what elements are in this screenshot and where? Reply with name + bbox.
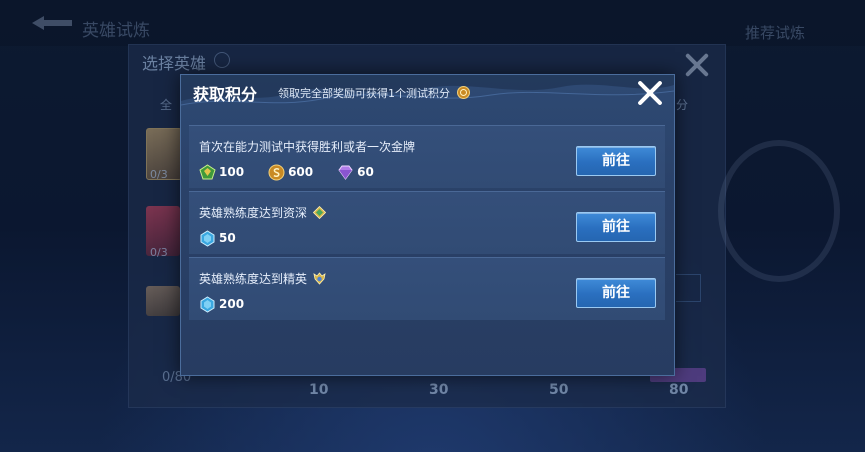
task-title-wrap: 英雄熟练度达到资深 xyxy=(199,204,326,221)
hero-count: 0/3 xyxy=(150,168,168,181)
task-rewards: 100 600 60 xyxy=(199,162,398,182)
task-rewards: 50 xyxy=(199,228,260,248)
milestone-50: 50 xyxy=(549,382,569,398)
reward-item: 600 xyxy=(268,164,313,181)
test-point-coin-icon xyxy=(456,86,470,99)
purple-diamond-icon xyxy=(338,165,353,180)
milestone-30: 30 xyxy=(429,382,449,398)
gold-coin-icon xyxy=(268,164,285,180)
background-emblem xyxy=(718,140,840,282)
dialog-title: 获取积分 xyxy=(193,85,258,104)
go-button[interactable]: 前往 xyxy=(576,278,656,308)
task-title: 首次在能力测试中获得胜利或者一次金牌 xyxy=(199,140,416,154)
task-title: 英雄熟练度达到资深 xyxy=(199,206,308,220)
reward-item: 60 xyxy=(337,164,374,181)
background-bar xyxy=(676,274,701,302)
milestone-10: 10 xyxy=(309,382,329,398)
task-rewards: 200 xyxy=(199,294,268,314)
task-title: 英雄熟练度达到精英 xyxy=(199,272,308,286)
close-icon[interactable] xyxy=(636,79,664,107)
background-close-icon[interactable] xyxy=(684,52,710,78)
help-icon[interactable] xyxy=(214,52,230,68)
reward-value: 50 xyxy=(219,231,236,245)
veteran-badge-icon xyxy=(312,206,326,219)
go-button[interactable]: 前往 xyxy=(576,146,656,176)
reward-item: 100 xyxy=(199,163,245,181)
task-row: 英雄熟练度达到精英 200 前往 xyxy=(189,257,665,320)
go-button[interactable]: 前往 xyxy=(576,212,656,242)
select-hero-title: 选择英雄 xyxy=(142,54,207,73)
blue-crystal-icon xyxy=(200,229,215,247)
task-row: 英雄熟练度达到资深 50 前往 xyxy=(189,191,665,254)
reward-item: 50 xyxy=(199,229,236,247)
dialog-subtitle: 领取完全部奖励可获得1个测试积分 xyxy=(278,85,470,101)
milestone-80: 80 xyxy=(669,382,689,398)
get-points-dialog: 获取积分 领取完全部奖励可获得1个测试积分 首次在能力测试中获得胜利或者一次金牌… xyxy=(180,74,675,376)
hero-count: 0/3 xyxy=(150,246,168,259)
green-gem-icon xyxy=(199,163,216,179)
task-title-wrap: 英雄熟练度达到精英 xyxy=(199,270,326,287)
reward-value: 200 xyxy=(219,297,245,311)
reward-value: 60 xyxy=(357,165,374,179)
elite-badge-icon xyxy=(313,272,326,285)
back-arrow-icon[interactable] xyxy=(30,14,74,32)
reward-value: 600 xyxy=(288,165,314,179)
background-page-title: 英雄试炼 xyxy=(82,21,150,41)
dialog-subtitle-text: 领取完全部奖励可获得1个测试积分 xyxy=(278,87,450,100)
task-row: 首次在能力测试中获得胜利或者一次金牌 100 600 60 前往 xyxy=(189,125,665,188)
reward-item: 200 xyxy=(199,295,245,313)
blue-crystal-icon xyxy=(200,295,215,313)
background-right-tab-partial: 分 xyxy=(676,98,689,112)
reward-value: 100 xyxy=(219,165,245,179)
background-tab-partial[interactable]: 全 xyxy=(160,96,172,113)
background-top-right-label[interactable]: 推荐试炼 xyxy=(745,22,805,43)
hero-thumbnail[interactable] xyxy=(146,286,180,316)
